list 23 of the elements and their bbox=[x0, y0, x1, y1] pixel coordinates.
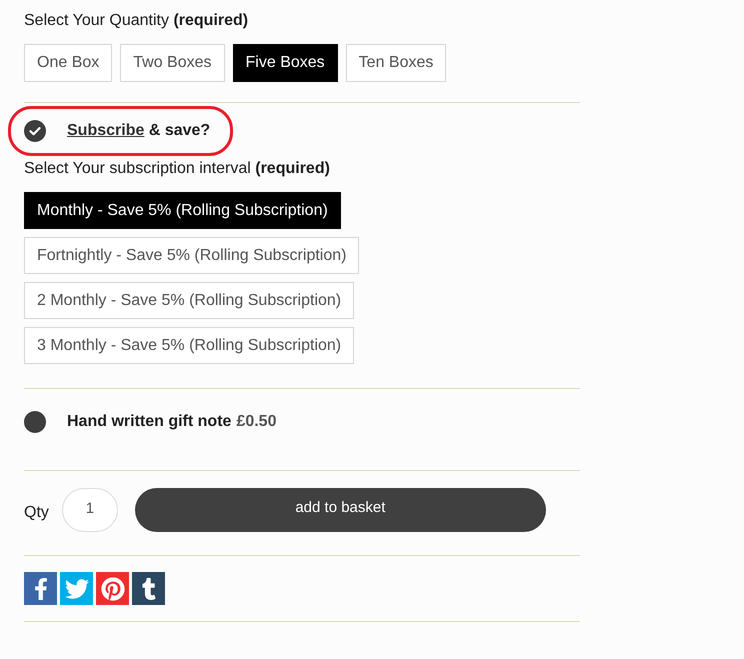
subscribe-link[interactable]: Subscribe bbox=[67, 122, 144, 139]
qty-input[interactable]: 1 bbox=[62, 488, 118, 532]
option-button[interactable]: One Box bbox=[24, 44, 112, 82]
quantity-heading: Select Your Quantity (required) bbox=[24, 11, 248, 31]
interval-heading: Select Your subscription interval (required) bbox=[24, 159, 330, 179]
add-to-basket-button[interactable]: add to basket bbox=[134, 488, 546, 532]
facebook-icon[interactable] bbox=[24, 572, 57, 605]
price-text: £0.50 bbox=[236, 412, 276, 432]
option-button[interactable]: Monthly - Save 5% (Rolling Subscription) bbox=[24, 192, 341, 229]
tumblr-icon[interactable] bbox=[132, 572, 165, 605]
option-button[interactable]: Two Boxes bbox=[120, 44, 225, 82]
option-button[interactable]: Five Boxes bbox=[232, 44, 338, 82]
option-button[interactable]: 2 Monthly - Save 5% (Rolling Subscription) bbox=[24, 282, 354, 319]
gift-note-label: Hand written gift note bbox=[67, 412, 232, 432]
twitter-icon[interactable] bbox=[60, 572, 93, 605]
pinterest-icon[interactable] bbox=[96, 572, 129, 605]
filled-circle-icon[interactable] bbox=[24, 411, 46, 433]
option-button[interactable]: Fortnightly - Save 5% (Rolling Subscription) bbox=[24, 237, 360, 274]
qty-label: Qty bbox=[24, 503, 49, 523]
option-button[interactable]: 3 Monthly - Save 5% (Rolling Subscription) bbox=[24, 327, 354, 364]
option-button[interactable]: Ten Boxes bbox=[346, 44, 446, 82]
subscribe-label: Subscribe & save? bbox=[67, 121, 210, 141]
checked-circle-icon[interactable] bbox=[24, 120, 46, 142]
